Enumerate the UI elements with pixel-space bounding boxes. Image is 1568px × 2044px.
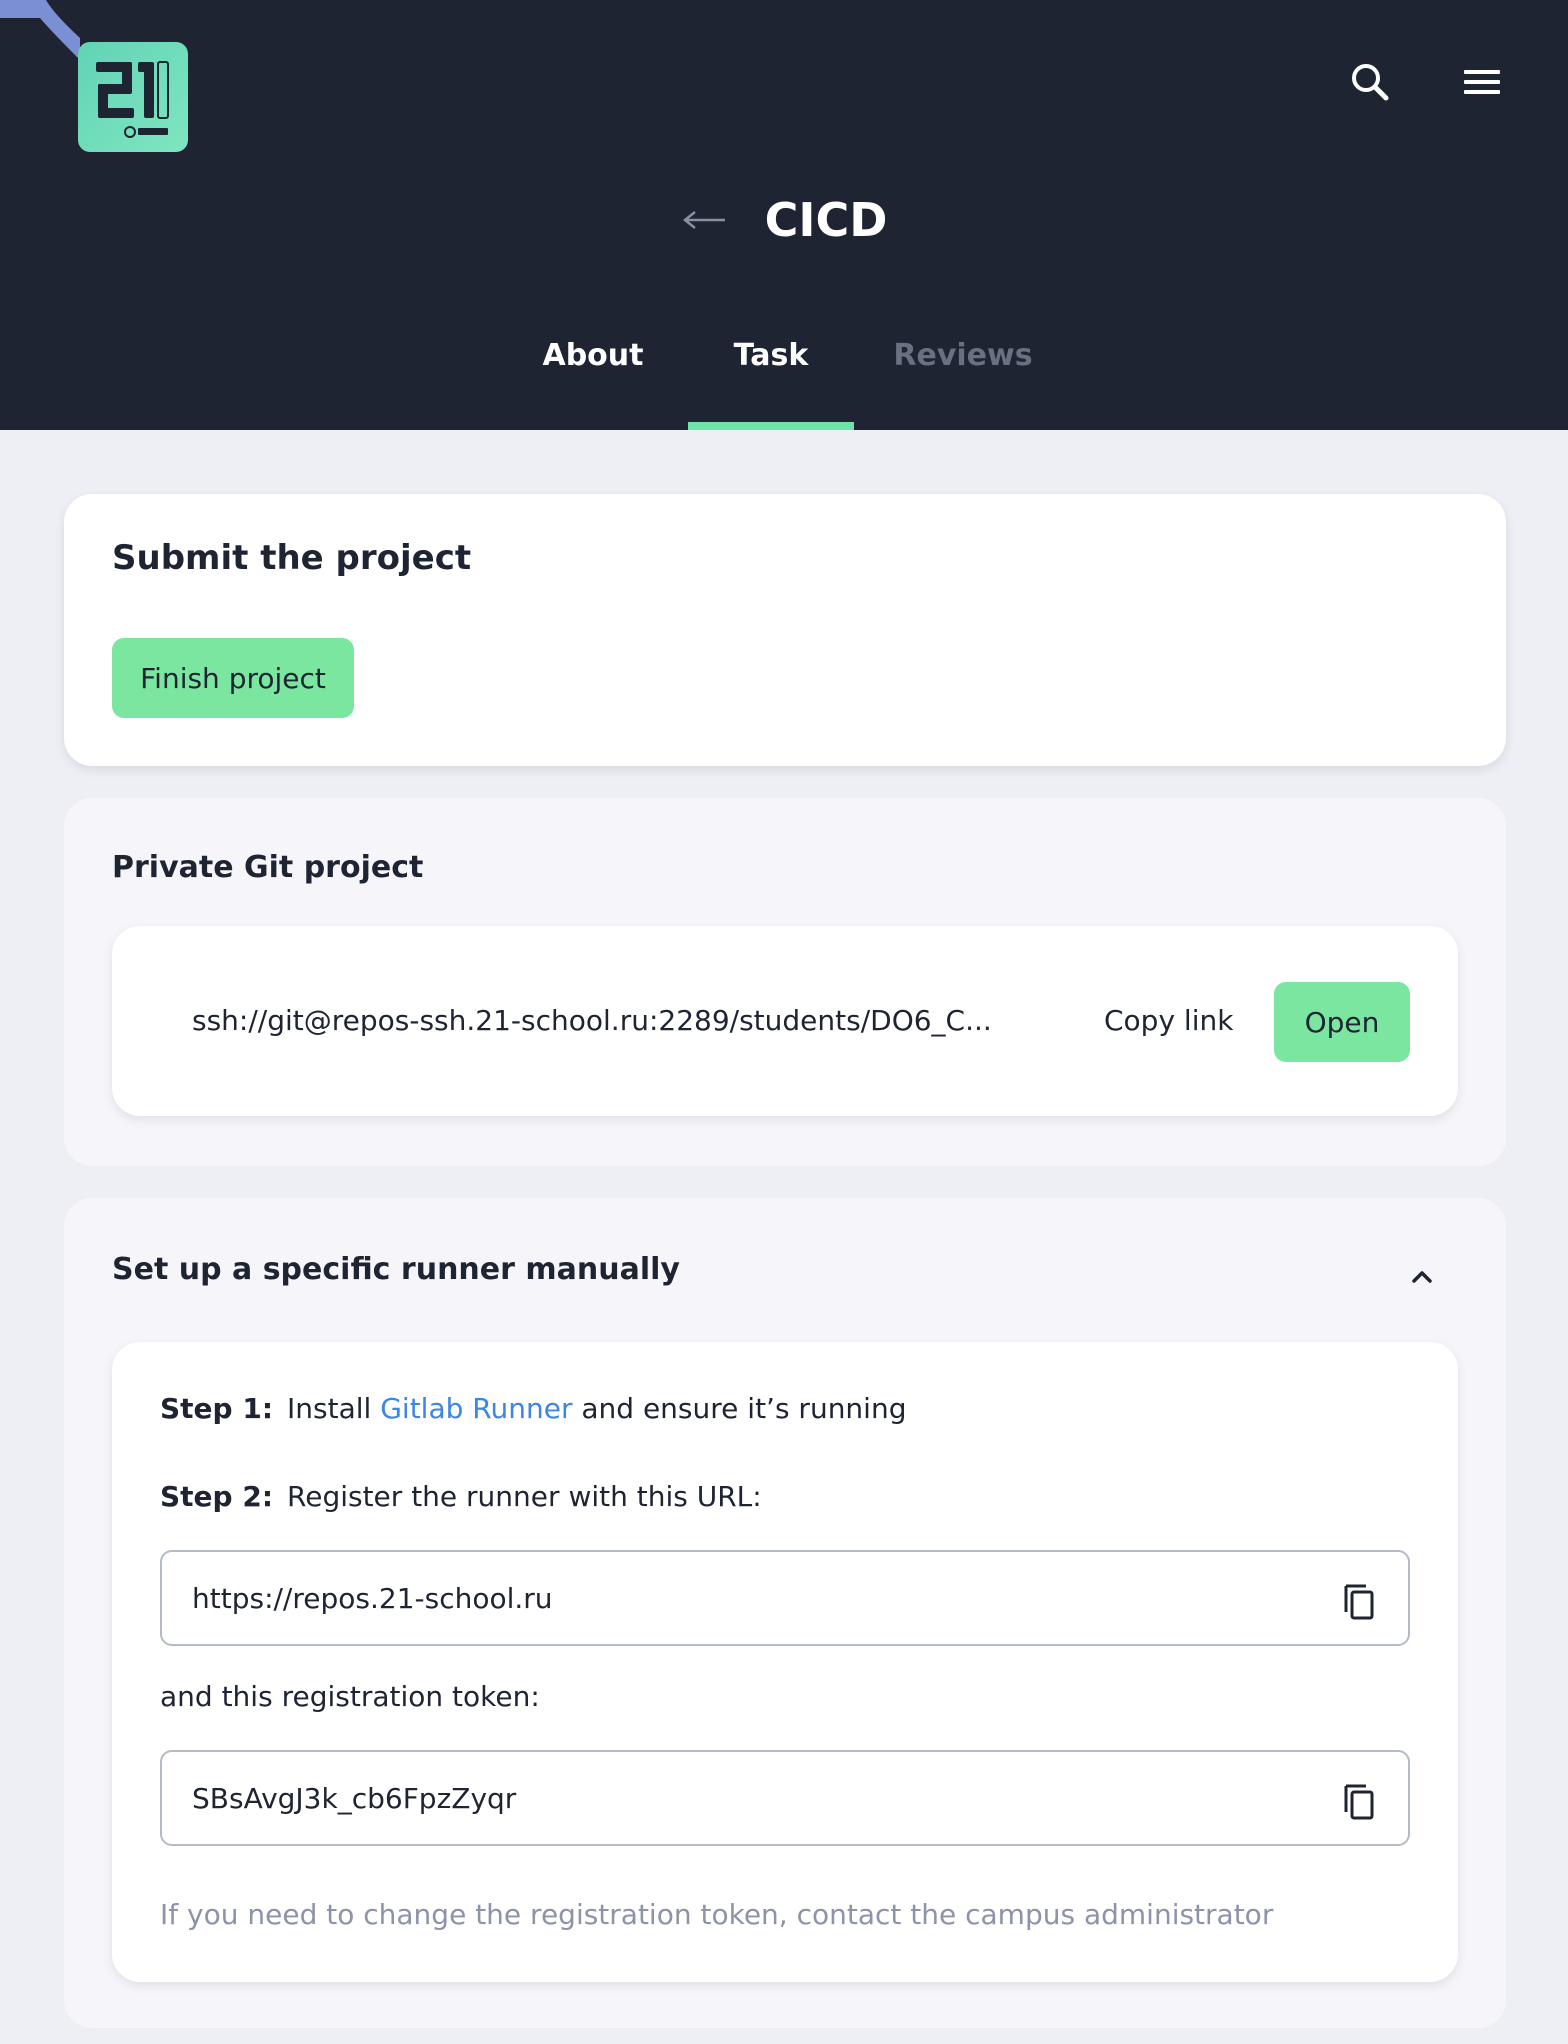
tab-bar: About Task Reviews [0,326,1568,430]
registration-token-field[interactable]: SBsAvgJ3k_cb6FpzZyqr [160,1750,1410,1846]
step-2-label: Step 2: [160,1480,274,1513]
step-1-text-after: and ensure it’s running [581,1392,907,1425]
token-label: and this registration token: [160,1680,540,1713]
git-url-box: ssh://git@repos-ssh.21-school.ru:2289/st… [112,926,1458,1116]
runner-instructions: Step 1: Install Gitlab Runner and ensure … [112,1342,1458,1982]
collapse-button[interactable] [1400,1254,1444,1298]
search-icon [1352,64,1389,101]
step-1-text-before: Install [287,1392,372,1425]
copy-token-icon[interactable] [1338,1778,1378,1822]
copy-link-button[interactable]: Copy link [1104,1004,1233,1037]
gitlab-runner-link[interactable]: Gitlab Runner [380,1392,572,1425]
runner-heading: Set up a specific runner manually [112,1252,680,1287]
token-hint: If you need to change the registration t… [160,1898,1274,1931]
open-button[interactable]: Open [1274,982,1410,1062]
chevron-up-icon [1412,1271,1432,1283]
finish-project-button[interactable]: Finish project [112,638,354,718]
tab-task[interactable]: Task [688,326,854,430]
search-button[interactable] [1344,56,1396,108]
step-2-text: Register the runner with this URL: [287,1480,762,1513]
git-card: Private Git project ssh://git@repos-ssh.… [64,798,1506,1166]
step-1: Step 1: Install Gitlab Runner and ensure … [160,1392,906,1425]
runner-url-value: https://repos.21-school.ru [192,1582,553,1615]
page-title: CICD [764,193,888,247]
step-1-label: Step 1: [160,1392,274,1425]
tab-reviews: Reviews [893,338,1033,373]
submit-card: Submit the project Finish project [64,494,1506,766]
git-heading: Private Git project [112,850,424,885]
header: CICD About Task Reviews [0,0,1568,430]
tab-about[interactable]: About [530,326,656,430]
title-row: CICD [0,180,1568,260]
menu-icon [1464,70,1500,94]
logo-mark [96,61,169,138]
menu-button[interactable] [1456,56,1508,108]
runner-url-field[interactable]: https://repos.21-school.ru [160,1550,1410,1646]
runner-card: Set up a specific runner manually Step 1… [64,1198,1506,2028]
copy-url-icon[interactable] [1338,1578,1378,1622]
submit-heading: Submit the project [112,538,472,578]
registration-token-value: SBsAvgJ3k_cb6FpzZyqr [192,1782,517,1815]
school-21-logo[interactable] [78,42,188,152]
back-arrow-icon[interactable] [681,208,729,232]
corner-decoration [0,0,80,60]
git-url: ssh://git@repos-ssh.21-school.ru:2289/st… [192,1004,992,1037]
active-tab-indicator [688,422,854,430]
step-2: Step 2: Register the runner with this URL… [160,1480,762,1513]
